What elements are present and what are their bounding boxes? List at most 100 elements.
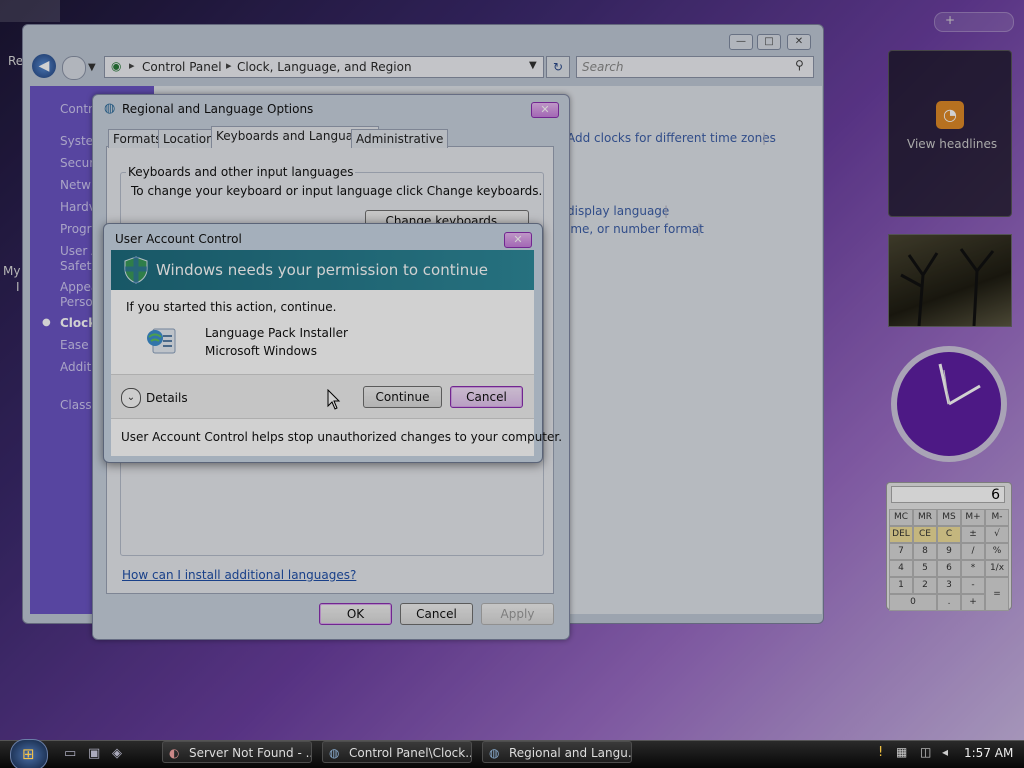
calc-key-2[interactable]: 2 — [913, 577, 937, 594]
feed-headlines-gadget[interactable]: ◔ View headlines — [888, 50, 1012, 217]
shield-icon — [123, 256, 149, 284]
calc-key-0[interactable]: 0 — [889, 594, 937, 611]
program-name: Language Pack Installer — [205, 326, 348, 340]
details-chevron-down-icon[interactable]: ⌄ — [121, 388, 141, 408]
sidebar-controls[interactable]: + — [934, 12, 1014, 32]
taskbar-item-browser[interactable]: ◐ Server Not Found - ... — [162, 741, 312, 763]
details-toggle[interactable]: Details — [146, 391, 188, 405]
calc-key-5[interactable]: 5 — [913, 560, 937, 577]
keyboards-group-text: To change your keyboard or input languag… — [131, 184, 543, 198]
calc-key-multiply[interactable]: * — [961, 560, 985, 577]
address-dropdown-icon[interactable]: ▼ — [529, 60, 537, 71]
uac-prompt: If you started this action, continue. — [126, 300, 337, 314]
refresh-icon[interactable]: ↻ — [546, 56, 570, 78]
back-button[interactable]: ◀ — [32, 54, 56, 78]
desktop-label-i: I — [16, 280, 20, 294]
regional-close-button[interactable]: ✕ — [531, 102, 559, 118]
uac-close-button[interactable]: ✕ — [504, 232, 532, 248]
tree-photo — [900, 248, 995, 327]
sidebar-item-programs[interactable]: Progr — [60, 222, 92, 236]
show-desktop-icon[interactable]: ▭ — [64, 746, 76, 761]
tray-network-icon[interactable]: ▦ — [896, 745, 907, 759]
add-gadget-icon[interactable]: + — [945, 13, 955, 27]
search-icon[interactable]: ⚲ — [795, 58, 804, 72]
breadcrumb-control-panel[interactable]: Control Panel — [142, 60, 222, 74]
minimize-button[interactable]: — — [729, 34, 753, 50]
sidebar-item-hardware[interactable]: Hardv — [60, 200, 96, 214]
install-languages-link[interactable]: How can I install additional languages? — [122, 568, 356, 582]
calc-key-percent[interactable]: % — [985, 543, 1009, 560]
calc-key-decimal[interactable]: . — [937, 594, 961, 611]
calc-key-6[interactable]: 6 — [937, 560, 961, 577]
calc-key-plus[interactable]: + — [961, 594, 985, 611]
switch-windows-icon[interactable]: ▣ — [88, 746, 100, 761]
program-publisher: Microsoft Windows — [205, 344, 317, 358]
quick-launch-icon[interactable]: ◈ — [112, 746, 122, 761]
calc-key-reciprocal[interactable]: 1/x — [985, 560, 1009, 577]
tray-volume-icon[interactable]: ◂ — [942, 745, 948, 759]
calc-key-7[interactable]: 7 — [889, 543, 913, 560]
calc-key-1[interactable]: 1 — [889, 577, 913, 594]
calc-key-m-minus[interactable]: M- — [985, 509, 1009, 526]
taskbar-item-control-panel[interactable]: ◍ Control Panel\Clock... — [322, 741, 472, 763]
calc-key-3[interactable]: 3 — [937, 577, 961, 594]
calc-key-sqrt[interactable]: √ — [985, 526, 1009, 543]
link-display-language[interactable]: display language — [567, 204, 669, 218]
uac-footer-text: User Account Control helps stop unauthor… — [121, 430, 563, 444]
link-number-format[interactable]: ime, or number format — [567, 222, 704, 236]
view-headlines-label[interactable]: View headlines — [907, 137, 997, 151]
tray-error-icon[interactable]: ◫ — [920, 745, 931, 759]
desktop-label-re: Re — [8, 54, 24, 68]
calc-key-c[interactable]: C — [937, 526, 961, 543]
windows-logo-icon: ⊞ — [22, 745, 35, 763]
control-panel-taskbar-icon: ◍ — [329, 746, 340, 760]
address-bar[interactable]: ◉ ▸ Control Panel ▸ Clock, Language, and… — [104, 56, 544, 78]
continue-button[interactable]: Continue — [363, 386, 442, 408]
sidebar-item-classic-view[interactable]: Classi — [60, 398, 95, 412]
sidebar-item-network[interactable]: Netw — [60, 178, 91, 192]
calc-key-ms[interactable]: MS — [937, 509, 961, 526]
close-button[interactable]: ✕ — [787, 34, 811, 50]
taskbar-clock[interactable]: 1:57 AM — [964, 746, 1013, 760]
apply-button[interactable]: Apply — [481, 603, 554, 625]
browser-icon: ◐ — [169, 746, 180, 760]
slideshow-gadget[interactable] — [888, 234, 1012, 327]
tab-location[interactable]: Location — [158, 129, 219, 148]
uac-cancel-button[interactable]: Cancel — [450, 386, 523, 408]
start-button[interactable]: ⊞ — [10, 739, 48, 768]
taskbar-item-control-panel-label: Control Panel\Clock... — [349, 746, 472, 760]
calc-key-9[interactable]: 9 — [937, 543, 961, 560]
ok-button[interactable]: OK — [319, 603, 392, 625]
forward-button[interactable] — [62, 56, 86, 80]
calc-key-mc[interactable]: MC — [889, 509, 913, 526]
history-dropdown-icon[interactable]: ▼ — [88, 62, 96, 73]
calc-key-ce[interactable]: CE — [913, 526, 937, 543]
recycle-bin-icon[interactable] — [0, 0, 60, 22]
security-alert-icon[interactable]: ! — [878, 745, 883, 760]
calc-key-m-plus[interactable]: M+ — [961, 509, 985, 526]
current-item-bullet-icon: ● — [42, 317, 51, 328]
rss-icon: ◔ — [936, 101, 964, 129]
maximize-button[interactable]: □ — [757, 34, 781, 50]
clock-gadget[interactable] — [888, 342, 1010, 466]
calc-key-8[interactable]: 8 — [913, 543, 937, 560]
sidebar-item-additional[interactable]: Additi — [60, 360, 95, 374]
regional-cancel-button[interactable]: Cancel — [400, 603, 473, 625]
search-placeholder: Search — [582, 60, 624, 74]
calc-key-minus[interactable]: - — [961, 577, 985, 594]
calc-key-equals[interactable]: = — [985, 577, 1009, 611]
calculator-gadget: 6 MC MR MS M+ M- DEL CE C ± √ 7 8 9 / % … — [886, 482, 1012, 611]
search-input[interactable]: Search ⚲ — [576, 56, 814, 78]
tab-administrative[interactable]: Administrative — [351, 129, 449, 148]
calc-key-divide[interactable]: / — [961, 543, 985, 560]
taskbar-item-regional[interactable]: ◍ Regional and Langu... — [482, 741, 632, 763]
calculator-display: 6 — [891, 486, 1005, 503]
breadcrumb-clock-language-region[interactable]: Clock, Language, and Region — [237, 60, 412, 74]
taskbar-item-browser-label: Server Not Found - ... — [189, 746, 312, 760]
calc-key-4[interactable]: 4 — [889, 560, 913, 577]
calc-key-plus-minus[interactable]: ± — [961, 526, 985, 543]
calc-key-mr[interactable]: MR — [913, 509, 937, 526]
calc-key-del[interactable]: DEL — [889, 526, 913, 543]
sidebar-item-security[interactable]: Secur — [60, 156, 94, 170]
link-add-clocks[interactable]: Add clocks for different time zones — [567, 131, 776, 145]
